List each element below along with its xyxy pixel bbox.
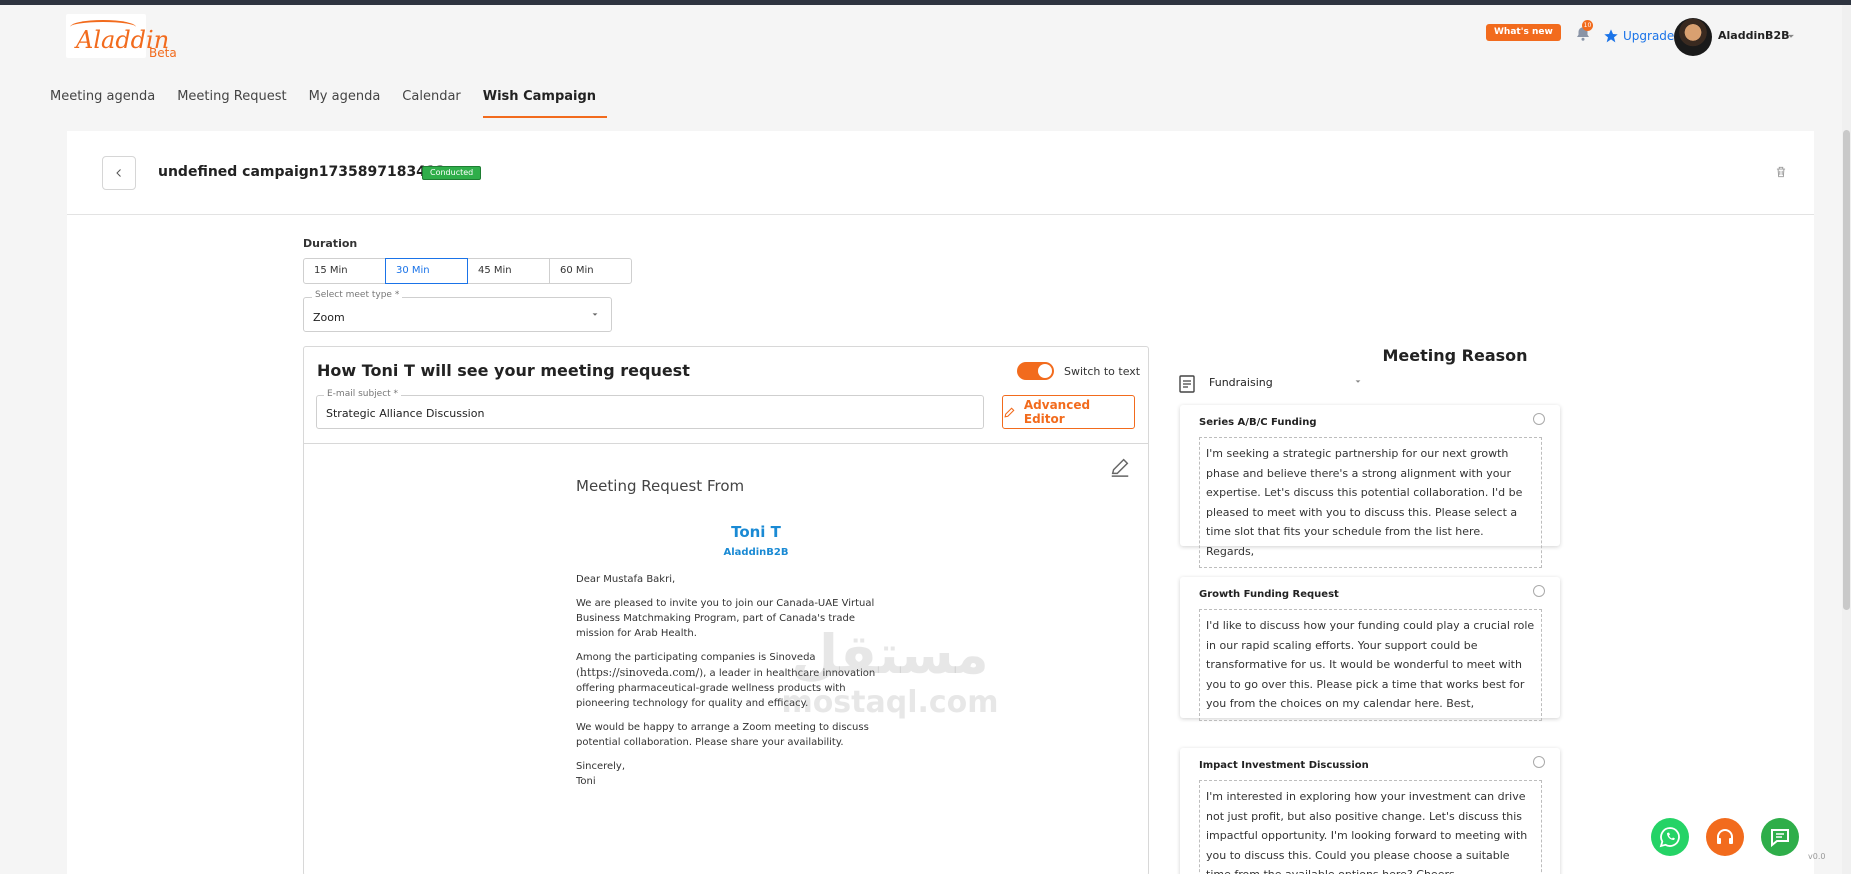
mail-heading: Meeting Request From bbox=[576, 477, 745, 495]
reason-category-value: Fundraising bbox=[1209, 376, 1273, 389]
whatsapp-icon bbox=[1659, 827, 1680, 848]
reason-card-title: Impact Investment Discussion bbox=[1199, 760, 1369, 771]
mail-paragraph-3: We would be happy to arrange a Zoom meet… bbox=[576, 722, 869, 748]
nav-calendar[interactable]: Calendar bbox=[402, 89, 471, 118]
reason-radio[interactable] bbox=[1533, 585, 1545, 597]
reason-card-title: Series A/B/C Funding bbox=[1199, 417, 1317, 428]
duration-selector: 15 Min 30 Min 45 Min 60 Min bbox=[303, 258, 632, 284]
preview-title: How Toni T will see your meeting request bbox=[317, 361, 690, 380]
meet-type-select[interactable]: Select meet type * Zoom bbox=[303, 290, 612, 332]
email-subject-value: Strategic Alliance Discussion bbox=[326, 407, 485, 420]
duration-60-min[interactable]: 60 Min bbox=[549, 258, 632, 284]
chat-icon bbox=[1771, 829, 1789, 848]
support-button[interactable] bbox=[1706, 818, 1744, 856]
campaign-title: undefined campaign1735897183413 bbox=[158, 164, 446, 180]
trash-icon[interactable] bbox=[1774, 165, 1788, 179]
pencil-icon bbox=[1004, 406, 1015, 417]
reason-card-text[interactable]: I'd like to discuss how your funding cou… bbox=[1199, 609, 1542, 721]
upgrade-label: Upgrade bbox=[1623, 29, 1675, 43]
edit-pencil-icon[interactable] bbox=[1109, 456, 1131, 478]
user-avatar[interactable] bbox=[1674, 18, 1712, 56]
meet-type-value: Zoom bbox=[313, 311, 345, 324]
nav-my-agenda[interactable]: My agenda bbox=[309, 89, 392, 118]
mail-greeting: Dear Mustafa Bakri, bbox=[576, 574, 676, 585]
nav-wish-campaign[interactable]: Wish Campaign bbox=[482, 89, 608, 118]
duration-label: Duration bbox=[303, 237, 358, 250]
whatsapp-button[interactable] bbox=[1651, 818, 1689, 856]
main-nav: Meeting agenda Meeting Request My agenda… bbox=[50, 89, 618, 118]
email-body: Meeting Request From Toni T AladdinB2B D… bbox=[576, 477, 876, 798]
star-icon bbox=[1604, 29, 1618, 43]
nav-meeting-agenda[interactable]: Meeting agenda bbox=[50, 89, 166, 118]
headset-icon bbox=[1717, 829, 1733, 844]
reason-card[interactable]: Growth Funding Request I'd like to discu… bbox=[1180, 577, 1560, 721]
reason-card-title: Growth Funding Request bbox=[1199, 589, 1339, 600]
sender-name: Toni T bbox=[731, 523, 781, 541]
reason-category-select[interactable]: Fundraising bbox=[1179, 373, 1361, 393]
mail-signature: Toni bbox=[576, 776, 596, 787]
advanced-editor-label: Advanced Editor bbox=[1023, 398, 1091, 426]
meet-type-label: Select meet type * bbox=[312, 290, 403, 300]
reason-radio[interactable] bbox=[1533, 413, 1545, 425]
nav-meeting-request[interactable]: Meeting Request bbox=[177, 89, 297, 118]
back-button[interactable] bbox=[102, 156, 136, 190]
logo-beta-label: Beta bbox=[149, 46, 177, 60]
chevron-down-icon[interactable] bbox=[1784, 29, 1798, 43]
reason-card[interactable]: Series A/B/C Funding I'm seeking a strat… bbox=[1180, 405, 1560, 568]
reason-card-text[interactable]: I'm interested in exploring how your inv… bbox=[1199, 780, 1542, 874]
upgrade-link[interactable]: Upgrade bbox=[1603, 27, 1674, 45]
aladdin-logo[interactable]: Aladdin bbox=[66, 14, 169, 58]
reason-radio[interactable] bbox=[1533, 756, 1545, 768]
duration-15-min[interactable]: 15 Min bbox=[303, 258, 386, 284]
reason-card-text[interactable]: I'm seeking a strategic partnership for … bbox=[1199, 437, 1542, 568]
version-label: v0.0 bbox=[1808, 852, 1826, 861]
reason-card[interactable]: Impact Investment Discussion I'm interes… bbox=[1180, 748, 1560, 874]
notification-badge: 10 bbox=[1582, 20, 1593, 31]
advanced-editor-button[interactable]: Advanced Editor bbox=[1002, 395, 1135, 429]
mail-signoff: Sincerely, bbox=[576, 761, 626, 772]
sinoveda-link[interactable]: https://sinoveda.com/ bbox=[580, 666, 699, 679]
duration-30-min[interactable]: 30 Min bbox=[385, 258, 468, 284]
meeting-request-preview: How Toni T will see your meeting request… bbox=[303, 346, 1149, 874]
chevron-left-icon bbox=[116, 169, 121, 177]
duration-45-min[interactable]: 45 Min bbox=[467, 258, 550, 284]
chevron-down-icon bbox=[1355, 380, 1361, 383]
scrollbar-thumb[interactable] bbox=[1843, 130, 1850, 610]
campaign-header: undefined campaign1735897183413 Conducte… bbox=[67, 131, 1814, 215]
document-icon bbox=[1179, 375, 1195, 393]
mail-paragraph-1: We are pleased to invite you to join our… bbox=[576, 598, 875, 639]
sender-company: AladdinB2B bbox=[723, 547, 789, 558]
meeting-reason-title: Meeting Reason bbox=[1382, 346, 1528, 365]
chat-button[interactable] bbox=[1761, 818, 1799, 856]
username[interactable]: AladdinB2B bbox=[1718, 29, 1789, 42]
switch-to-text-toggle[interactable] bbox=[1017, 362, 1054, 380]
whats-new-button[interactable]: What's new bbox=[1486, 24, 1561, 41]
campaign-card: undefined campaign1735897183413 Conducte… bbox=[67, 131, 1814, 874]
mail-paragraph-2: Among the participating companies is Sin… bbox=[576, 650, 876, 711]
email-subject-field[interactable]: E-mail subject * Strategic Alliance Disc… bbox=[316, 389, 984, 429]
switch-to-text-label: Switch to text bbox=[1064, 365, 1141, 378]
status-badge: Conducted bbox=[422, 166, 482, 180]
app-header: Aladdin Beta What's new 10 Upgrade Aladd… bbox=[0, 5, 1851, 130]
preview-header: How Toni T will see your meeting request… bbox=[304, 347, 1148, 444]
chevron-down-icon bbox=[592, 313, 598, 316]
email-subject-label: E-mail subject * bbox=[324, 389, 402, 399]
